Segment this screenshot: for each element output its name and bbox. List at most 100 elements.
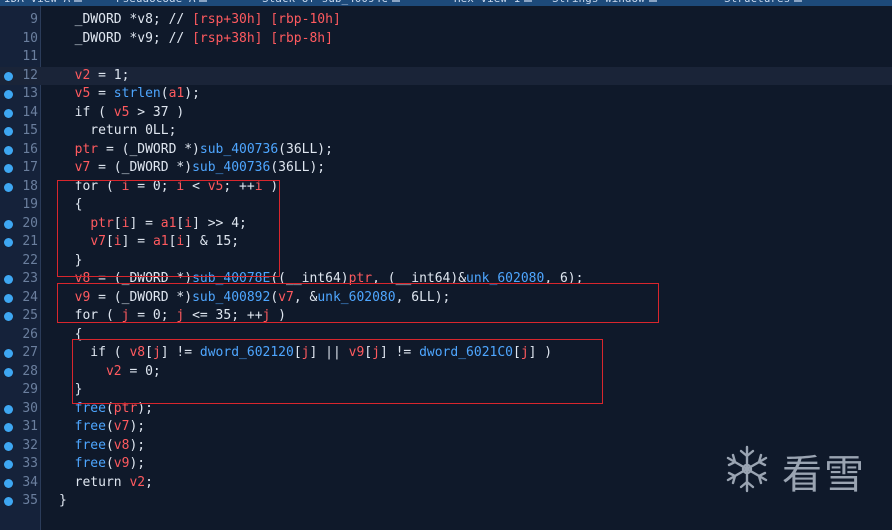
breakpoint-dot-icon[interactable]: [4, 182, 13, 192]
code-line[interactable]: 21 v7[i] = a1[i] & 15;: [0, 233, 892, 252]
breakpoint-dot-icon[interactable]: [4, 441, 13, 451]
code-line[interactable]: 9 _DWORD *v8; // [rsp+30h] [rbp-10h]: [0, 11, 892, 30]
variable-token[interactable]: v2: [129, 475, 145, 490]
tab-stack-of-sub-40094c[interactable]: Stack of sub_40094C: [262, 0, 400, 6]
variable-token[interactable]: v9: [349, 345, 365, 360]
close-icon[interactable]: [199, 0, 208, 2]
code-line[interactable]: 17 v7 = (_DWORD *)sub_400736(36LL);: [0, 159, 892, 178]
breakpoint-dot-icon[interactable]: [4, 423, 13, 432]
line-number: 33: [22, 456, 38, 471]
code-line[interactable]: 12 v2 = 1;: [0, 66, 892, 85]
code-line[interactable]: 31 free(v7);: [0, 418, 892, 437]
breakpoint-dot-icon[interactable]: [4, 367, 13, 377]
breakpoint-dot-icon[interactable]: [4, 404, 13, 414]
variable-token[interactable]: j: [521, 345, 529, 360]
breakpoint-dot-icon[interactable]: [4, 219, 13, 229]
variable-token[interactable]: ptr: [75, 142, 98, 157]
symbol-token[interactable]: free: [75, 456, 106, 471]
variable-token[interactable]: v7: [114, 419, 130, 434]
variable-token[interactable]: v2: [75, 68, 91, 83]
close-icon[interactable]: [74, 0, 83, 2]
variable-token[interactable]: a1: [169, 86, 185, 101]
code-line[interactable]: 15 return 0LL;: [0, 122, 892, 141]
code-line[interactable]: 11: [0, 48, 892, 67]
symbol-token[interactable]: sub_400892: [192, 290, 270, 305]
symbol-token[interactable]: strlen: [114, 86, 161, 101]
symbol-token[interactable]: dword_6021C0: [419, 345, 513, 360]
code-line[interactable]: 10 _DWORD *v9; // [rsp+38h] [rbp-8h]: [0, 30, 892, 49]
variable-token[interactable]: ptr: [114, 401, 137, 416]
variable-token[interactable]: i: [184, 216, 192, 231]
code-line[interactable]: 29 }: [0, 381, 892, 400]
close-icon[interactable]: [648, 0, 657, 2]
pseudocode-view[interactable]: 9 _DWORD *v8; // [rsp+30h] [rbp-10h] 10 _…: [0, 11, 892, 511]
symbol-token[interactable]: free: [75, 401, 106, 416]
breakpoint-dot-icon[interactable]: [4, 349, 13, 358]
breakpoint-dot-icon[interactable]: [4, 127, 13, 136]
tab-strings-window[interactable]: Strings window: [552, 0, 657, 6]
symbol-token[interactable]: unk_602080: [466, 271, 544, 286]
symbol-token[interactable]: sub_40078E: [192, 271, 270, 286]
tab-hex-view-1[interactable]: Hex View-1: [454, 0, 533, 6]
close-icon[interactable]: [391, 0, 400, 2]
code-line[interactable]: 16 ptr = (_DWORD *)sub_400736(36LL);: [0, 141, 892, 160]
symbol-token[interactable]: dword_602120: [200, 345, 294, 360]
symbol-token[interactable]: unk_602080: [317, 290, 395, 305]
code-token: ] !=: [160, 345, 200, 360]
variable-token[interactable]: v7: [75, 160, 91, 175]
breakpoint-dot-icon[interactable]: [4, 497, 13, 506]
variable-token[interactable]: v7: [90, 234, 106, 249]
variable-token[interactable]: j: [153, 345, 161, 360]
variable-token[interactable]: i: [114, 234, 122, 249]
breakpoint-dot-icon[interactable]: [4, 478, 13, 488]
close-icon[interactable]: [524, 0, 533, 2]
code-line[interactable]: 14 if ( v5 > 37 ): [0, 104, 892, 123]
variable-token[interactable]: ptr: [90, 216, 113, 231]
symbol-token[interactable]: free: [75, 419, 106, 434]
symbol-token[interactable]: free: [75, 438, 106, 453]
breakpoint-dot-icon[interactable]: [4, 90, 13, 99]
tab-pseudocode-a[interactable]: Pseudocode-A: [116, 0, 208, 6]
tab-structures[interactable]: Structures: [724, 0, 803, 6]
variable-token[interactable]: ptr: [349, 271, 372, 286]
code-line[interactable]: 30 free(ptr);: [0, 400, 892, 419]
variable-token[interactable]: i: [255, 179, 263, 194]
breakpoint-dot-icon[interactable]: [4, 312, 13, 321]
breakpoint-dot-icon[interactable]: [4, 164, 13, 173]
variable-token[interactable]: v5: [114, 105, 130, 120]
code-line[interactable]: 13 v5 = strlen(a1);: [0, 85, 892, 104]
breakpoint-dot-icon[interactable]: [4, 145, 13, 155]
variable-token[interactable]: v8: [114, 438, 130, 453]
code-line[interactable]: 22 }: [0, 252, 892, 271]
variable-token[interactable]: v8: [75, 271, 91, 286]
code-line[interactable]: 18 for ( i = 0; i < v5; ++i ): [0, 178, 892, 197]
variable-token[interactable]: v9: [114, 456, 130, 471]
variable-token[interactable]: a1: [161, 216, 177, 231]
variable-token[interactable]: v8: [129, 345, 145, 360]
variable-token[interactable]: v9: [75, 290, 91, 305]
variable-token[interactable]: v2: [106, 364, 122, 379]
breakpoint-dot-icon[interactable]: [4, 293, 13, 303]
code-line[interactable]: 25 for ( j = 0; j <= 35; ++j ): [0, 307, 892, 326]
code-line[interactable]: 27 if ( v8[j] != dword_602120[j] || v9[j…: [0, 344, 892, 363]
code-token: , &: [293, 289, 318, 305]
breakpoint-dot-icon[interactable]: [4, 460, 13, 469]
close-icon[interactable]: [794, 0, 803, 2]
variable-token[interactable]: v5: [75, 86, 91, 101]
variable-token[interactable]: j: [372, 345, 380, 360]
breakpoint-dot-icon[interactable]: [4, 108, 13, 118]
variable-token[interactable]: v7: [278, 290, 294, 305]
code-line[interactable]: 28 v2 = 0;: [0, 363, 892, 382]
breakpoint-dot-icon[interactable]: [4, 238, 13, 247]
symbol-token[interactable]: sub_400736: [192, 160, 270, 175]
symbol-token[interactable]: sub_400736: [200, 142, 278, 157]
code-line[interactable]: 24 v9 = (_DWORD *)sub_400892(v7, &unk_60…: [0, 289, 892, 308]
code-line[interactable]: 23 v8 = (_DWORD *)sub_40078E((__int64)pt…: [0, 270, 892, 289]
code-line[interactable]: 19 {: [0, 196, 892, 215]
variable-token[interactable]: a1: [153, 234, 169, 249]
breakpoint-dot-icon[interactable]: [4, 275, 13, 284]
variable-token[interactable]: v5: [208, 179, 224, 194]
code-line[interactable]: 26 {: [0, 326, 892, 345]
code-line[interactable]: 20 ptr[i] = a1[i] >> 4;: [0, 215, 892, 234]
breakpoint-dot-icon[interactable]: [4, 71, 13, 81]
